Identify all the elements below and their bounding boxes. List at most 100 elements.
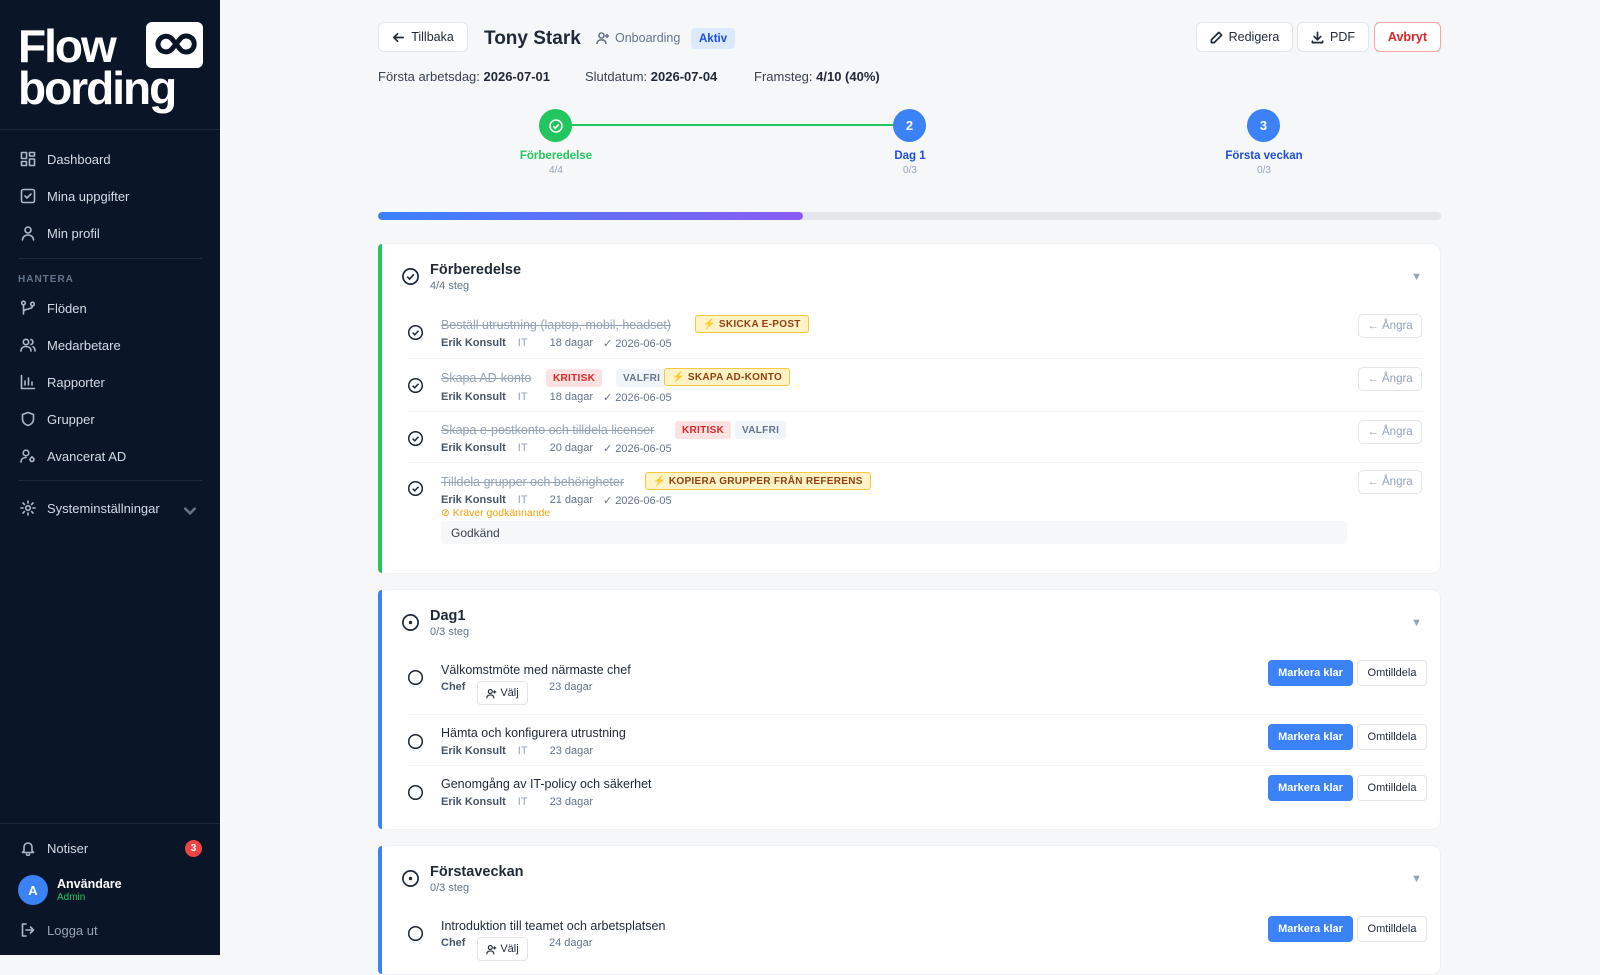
user-plus-icon	[486, 688, 497, 698]
avatar[interactable]: A	[18, 875, 48, 905]
chart-icon	[20, 374, 36, 390]
task-meta: Erik Konsult IT 20 dagar ✓ 2026-06-05	[441, 442, 672, 455]
nav-label: Mina uppgifter	[47, 188, 130, 204]
mark-done-button[interactable]: Markera klar	[1268, 775, 1353, 801]
empty-circle-icon[interactable]	[407, 733, 424, 750]
flowbording-logo[interactable]: Flow bording	[18, 20, 203, 114]
assignee: Erik Konsult	[441, 745, 506, 757]
nav-label: Notiser	[47, 840, 89, 856]
user-role: Admin	[57, 892, 86, 903]
divider	[407, 462, 1424, 463]
bell-icon	[21, 842, 35, 856]
critical-tag: KRITISK	[546, 369, 603, 387]
assignee: Erik Konsult	[441, 796, 506, 808]
mark-done-button[interactable]: Markera klar	[1268, 916, 1353, 942]
nav-systeminstallningar[interactable]: Systeminställningar	[0, 491, 220, 525]
check-circle-icon[interactable]	[407, 430, 424, 447]
reassign-button[interactable]: Omtilldela	[1357, 724, 1427, 750]
user-plus-icon	[486, 944, 497, 954]
undo-button[interactable]: ← Ångra	[1358, 314, 1422, 338]
notification-count-badge: 3	[185, 840, 202, 857]
step-week1-dot[interactable]: 3	[1247, 109, 1280, 142]
divider	[407, 765, 1424, 766]
completed-date: ✓ 2026-06-05	[603, 392, 672, 404]
task-meta: Erik Konsult IT 23 dagar	[441, 745, 603, 757]
nav-avancerat-ad[interactable]: Avancerat AD	[0, 439, 220, 473]
user-name: Användare	[57, 877, 122, 891]
users-icon	[20, 338, 36, 352]
empty-circle-icon[interactable]	[407, 925, 424, 942]
due-days: 21 dagar	[549, 494, 594, 506]
undo-button[interactable]: ← Ångra	[1358, 420, 1422, 444]
department: IT	[517, 494, 528, 506]
task-due: 24 dagar	[549, 937, 592, 949]
undo-button-label: Ångra	[1382, 320, 1413, 332]
automation-tag-label: KOPIERA GRUPPER FRÅN REFERENS	[668, 475, 863, 487]
reassign-button[interactable]: Omtilldela	[1357, 916, 1427, 942]
check-circle-icon	[402, 268, 419, 285]
phase-title: Dag1	[430, 608, 466, 624]
choose-assignee-button[interactable]: Välj	[477, 681, 528, 705]
choose-assignee-button[interactable]: Välj	[477, 937, 528, 961]
automation-tag: ⚡ SKAPA AD-KONTO	[664, 368, 791, 386]
collapse-caret-icon[interactable]: ▼	[1411, 271, 1422, 283]
mark-done-button[interactable]: Markera klar	[1268, 724, 1353, 750]
assignee: Chef	[441, 937, 466, 949]
undo-button-label: Ångra	[1382, 476, 1413, 488]
check-circle-icon[interactable]	[407, 480, 424, 497]
automation-tag-label: SKICKA E-POST	[718, 318, 801, 330]
nav-medarbetare[interactable]: Medarbetare	[0, 328, 220, 362]
nav-grupper[interactable]: Grupper	[0, 402, 220, 436]
dashboard-icon	[20, 151, 36, 167]
task-title: Introduktion till teamet och arbetsplats…	[441, 919, 666, 933]
task-meta: Erik Konsult IT 23 dagar	[441, 796, 603, 808]
check-circle-icon[interactable]	[407, 377, 424, 394]
completed-date: ✓ 2026-06-05	[603, 338, 672, 350]
step-preparation-dot[interactable]	[539, 109, 572, 142]
divider	[407, 714, 1424, 715]
collapse-caret-icon[interactable]: ▼	[1411, 617, 1422, 629]
step-day1-dot[interactable]: 2	[893, 109, 926, 142]
step-label: Förberedelse	[519, 150, 593, 162]
nav-label: Logga ut	[47, 922, 98, 938]
mark-done-button[interactable]: Markera klar	[1268, 660, 1353, 686]
undo-button-label: Ångra	[1382, 426, 1413, 438]
sidebar-divider	[18, 480, 202, 481]
empty-circle-icon[interactable]	[407, 669, 424, 686]
completed-date: ✓ 2026-06-05	[603, 443, 672, 455]
empty-circle-icon[interactable]	[407, 784, 424, 801]
nav-rapporter[interactable]: Rapporter	[0, 365, 220, 399]
nav-mina-uppgifter[interactable]: Mina uppgifter	[0, 179, 220, 213]
progress-bar-fill	[378, 212, 804, 220]
department: IT	[517, 442, 528, 454]
reassign-button[interactable]: Omtilldela	[1357, 775, 1427, 801]
reassign-button[interactable]: Omtilldela	[1357, 660, 1427, 686]
undo-button[interactable]: ← Ångra	[1358, 470, 1422, 494]
automation-tag: ⚡ SKICKA E-POST	[695, 315, 809, 333]
sidebar: Flow bording Dashboard Mina uppgifter Mi…	[0, 0, 220, 955]
task-title: Beställ utrustning (laptop, mobil, heads…	[441, 318, 671, 332]
check-circle-icon[interactable]	[407, 324, 424, 341]
nav-floden[interactable]: Flöden	[0, 291, 220, 325]
flow-icon	[20, 300, 36, 315]
undo-button[interactable]: ← Ångra	[1358, 367, 1422, 391]
user-key-icon	[20, 449, 35, 463]
task-meta: Chef	[441, 681, 477, 693]
checkbox-icon	[20, 188, 36, 204]
nav-min-profil[interactable]: Min profil	[0, 216, 220, 250]
nav-dashboard[interactable]: Dashboard	[0, 142, 220, 176]
nav-label: Systeminställningar	[47, 500, 160, 516]
nav-label: Medarbetare	[47, 337, 121, 353]
due-days: 24 dagar	[549, 937, 593, 949]
phase-first-week: Förstaveckan 0/3 steg ▼ Introduktion til…	[378, 845, 1441, 975]
sidebar-divider	[18, 258, 202, 259]
choose-assignee-label: Välj	[500, 943, 519, 955]
collapse-caret-icon[interactable]: ▼	[1411, 873, 1422, 885]
task-due: 23 dagar	[549, 681, 592, 693]
due-days: 23 dagar	[549, 745, 594, 757]
circle-dot-icon	[402, 614, 419, 631]
logout-link[interactable]: Logga ut	[0, 913, 220, 947]
automation-tag-label: SKAPA AD-KONTO	[687, 371, 783, 383]
assignee: Erik Konsult	[441, 391, 506, 403]
shield-icon	[21, 411, 35, 427]
